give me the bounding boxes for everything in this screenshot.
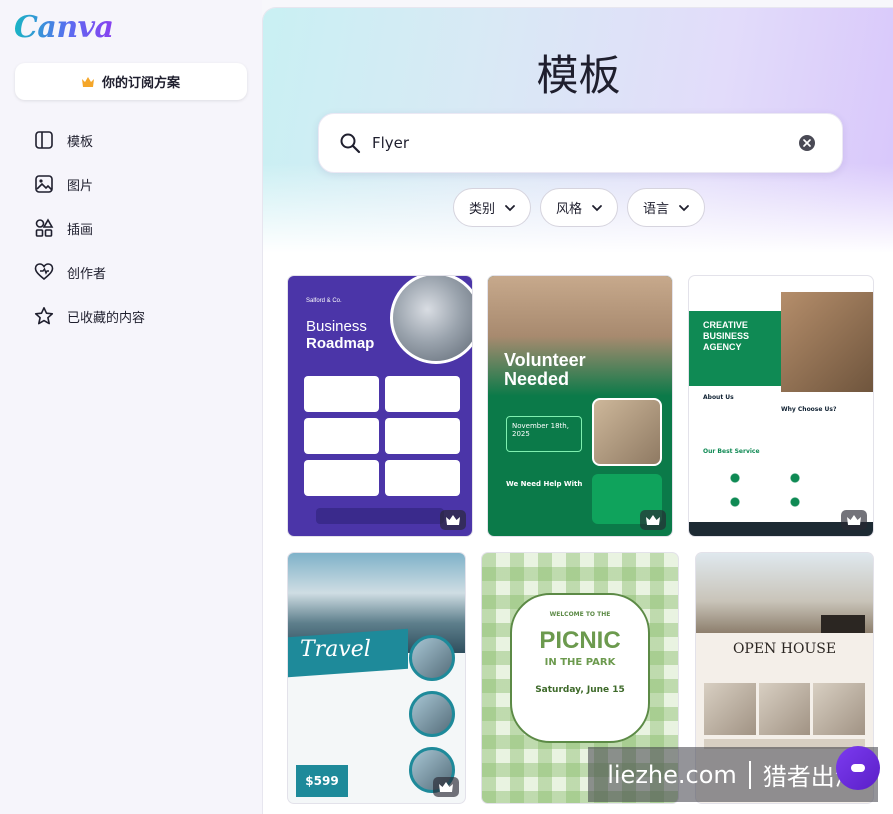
template-photo-circle [409, 691, 455, 737]
filter-label: 类别 [469, 202, 496, 217]
crown-icon [439, 782, 453, 792]
template-photo [390, 276, 472, 364]
template-service-icons [705, 466, 825, 514]
clear-search-icon[interactable] [798, 134, 816, 152]
star-icon [34, 307, 54, 325]
sidebar-item-label: 创作者 [67, 266, 107, 282]
template-photo [781, 292, 873, 392]
search-input[interactable]: Flyer [372, 134, 798, 152]
template-content-grid [304, 376, 460, 496]
template-card-travel[interactable]: Travel $599 [288, 553, 465, 803]
watermark-overlay: liezhe.com 猎者出海 [588, 747, 878, 802]
template-title: Travel [300, 637, 371, 662]
crown-icon [646, 515, 660, 525]
template-heading: Our Best Service [703, 448, 760, 455]
watermark-text: liezhe.com [607, 760, 737, 789]
sidebar-item-label: 图片 [67, 178, 94, 194]
main-panel: 模板 Flyer 类别 风格 语言 Salford & Co. Business… [262, 7, 893, 814]
template-title: Business [306, 318, 367, 335]
sidebar-nav: 模板 图片 插画 创作者 已收藏的内容 [34, 118, 145, 338]
chevron-down-icon [505, 204, 515, 211]
template-heading: Why Choose Us? [781, 406, 837, 413]
sidebar-item-saved[interactable]: 已收藏的内容 [34, 294, 145, 338]
illustration-icon [35, 218, 54, 237]
sidebar-item-label: 模板 [67, 134, 94, 150]
template-card-creative-business-agency[interactable]: CREATIVE BUSINESS AGENCY About Us Why Choo… [689, 276, 873, 536]
canva-logo[interactable]: Canva [14, 10, 114, 45]
assistant-chat-button[interactable] [836, 746, 880, 790]
premium-crown-badge [433, 777, 459, 797]
sidebar-item-images[interactable]: 图片 [34, 162, 145, 206]
premium-crown-badge [841, 510, 867, 530]
template-title: OPEN HOUSE [732, 641, 837, 657]
sidebar-item-label: 已收藏的内容 [67, 310, 146, 326]
template-kicker: WELCOME TO THE [549, 611, 611, 618]
filter-label: 风格 [556, 202, 583, 217]
filter-category-dropdown[interactable]: 类别 [453, 188, 532, 227]
template-card-business-roadmap[interactable]: Salford & Co. Business Roadmap [288, 276, 472, 536]
subscription-plan-label: 你的订阅方案 [101, 76, 180, 91]
subscription-plan-button[interactable]: 你的订阅方案 [15, 63, 247, 100]
template-title: Roadmap [306, 335, 375, 352]
template-title: Volunteer Needed [504, 350, 586, 389]
template-subtitle: We Need Help With [506, 480, 583, 488]
template-icon [35, 131, 53, 149]
template-photo-circle [409, 635, 455, 681]
template-price: $599 [296, 765, 348, 797]
sidebar-item-templates[interactable]: 模板 [34, 118, 145, 162]
premium-crown-badge [440, 510, 466, 530]
template-date: November 18th, 2025 [506, 416, 582, 452]
crown-icon [81, 76, 94, 87]
template-title: PICNIC [539, 627, 621, 654]
chevron-down-icon [679, 204, 689, 211]
watermark-divider [748, 760, 751, 789]
search-bar[interactable]: Flyer [318, 113, 843, 173]
chevron-down-icon [592, 204, 602, 211]
filter-label: 语言 [643, 202, 670, 217]
template-card-volunteer-needed[interactable]: Volunteer Needed November 18th, 2025 We N… [488, 276, 672, 536]
filter-style-dropdown[interactable]: 风格 [540, 188, 619, 227]
filter-bar: 类别 风格 语言 [453, 188, 706, 227]
template-room-photos [704, 683, 865, 735]
creator-heart-icon [34, 263, 54, 281]
template-date: Saturday, June 15 [535, 685, 625, 695]
template-footer [316, 508, 444, 524]
search-icon [340, 133, 361, 154]
template-brand: Salford & Co. [306, 298, 342, 304]
template-subtitle: IN THE PARK [544, 657, 616, 668]
sidebar-item-creators[interactable]: 创作者 [34, 250, 145, 294]
template-title: CREATIVE BUSINESS AGENCY [703, 320, 750, 352]
filter-language-dropdown[interactable]: 语言 [627, 188, 706, 227]
template-heading: About Us [703, 394, 734, 401]
template-price-tag [821, 615, 865, 633]
premium-crown-badge [640, 510, 666, 530]
crown-icon [446, 515, 460, 525]
sidebar-item-label: 插画 [67, 222, 94, 238]
page-title: 模板 [536, 51, 621, 100]
image-icon [35, 175, 53, 193]
template-photo [592, 398, 662, 466]
sidebar: Canva 你的订阅方案 模板 图片 插画 创作者 已收藏的内容 [0, 0, 262, 814]
crown-icon [847, 515, 861, 525]
sidebar-item-illustrations[interactable]: 插画 [34, 206, 145, 250]
chat-bubble-icon [851, 764, 865, 772]
